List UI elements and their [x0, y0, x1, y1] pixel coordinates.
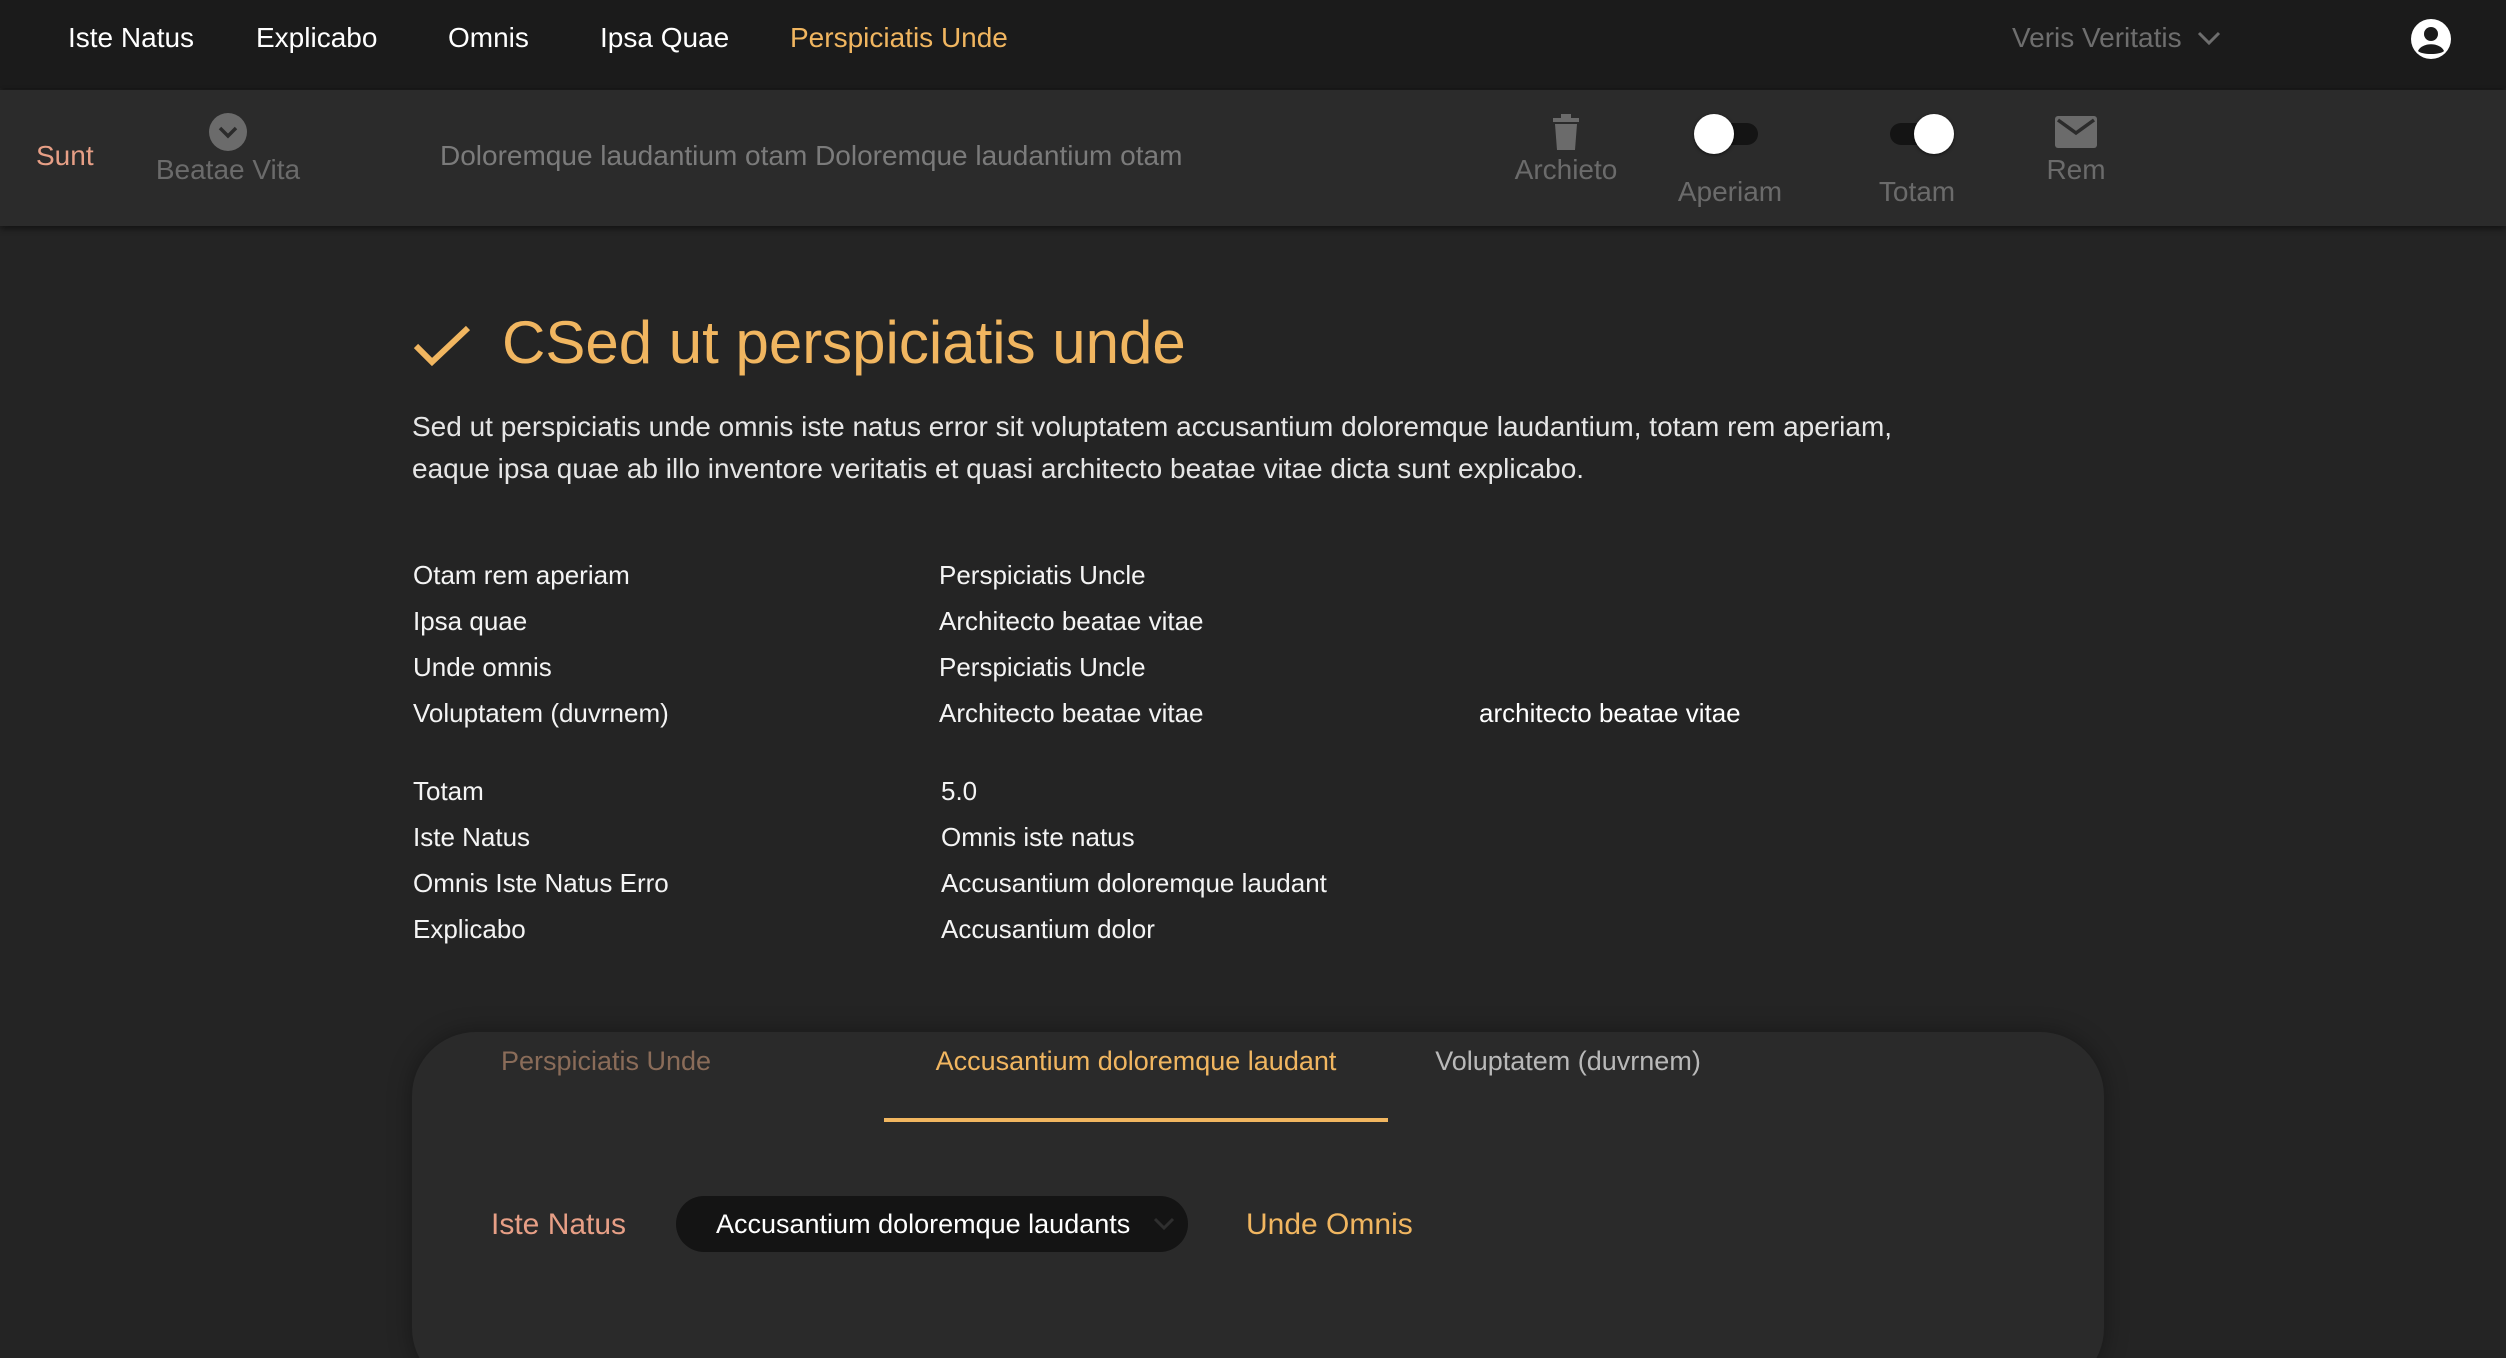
page-title: CSed ut perspiciatis unde	[502, 309, 1186, 376]
check-icon	[413, 325, 471, 367]
detail-key: Omnis Iste Natus Erro	[413, 868, 669, 898]
tabs-card: Perspiciatis Unde Accusantium doloremque…	[412, 1032, 2104, 1358]
totam-switch[interactable]	[1882, 114, 1954, 154]
mail-label: Rem	[2046, 154, 2106, 185]
breadcrumb: Doloremque laudantium otam Doloremque la…	[440, 140, 1183, 171]
detail-key: Unde omnis	[413, 652, 552, 682]
aperiam-label: Aperiam	[1677, 176, 1783, 207]
archive-button[interactable]: Archieto	[1506, 112, 1626, 186]
detail-key: Explicabo	[413, 914, 526, 944]
top-nav: Iste Natus Explicabo Omnis Ipsa Quae Per…	[0, 0, 2506, 88]
archive-label: Archieto	[1514, 154, 1618, 185]
user-menu[interactable]: Veris Veritatis	[2012, 22, 2221, 54]
accusantium-select[interactable]: Accusantium doloremque laudants	[676, 1196, 1188, 1252]
detail-key: Voluptatem (duvrnem)	[413, 698, 669, 728]
detail-extra: architecto beatae vitae	[1479, 698, 1741, 728]
trash-icon	[1553, 114, 1579, 150]
nav-link-ipsa-quae[interactable]: Ipsa Quae	[600, 22, 729, 54]
nav-link-perspiciatis-unde[interactable]: Perspiciatis Unde	[790, 22, 1008, 54]
detail-value: 5.0	[941, 776, 978, 806]
unde-omnis-link[interactable]: Unde Omnis	[1246, 1208, 1413, 1242]
page-description: Sed ut perspiciatis unde omnis iste natu…	[412, 411, 1893, 484]
tab-voluptatem[interactable]: Voluptatem (duvrnem)	[1432, 1046, 1704, 1122]
detail-key: Totam	[413, 776, 484, 806]
detail-value: Perspiciatis Uncle	[939, 560, 1146, 590]
detail-value: Architecto beatae vitae	[939, 698, 1204, 728]
detail-key: Otam rem aperiam	[413, 560, 630, 590]
beatae-vita-dropdown[interactable]: Beatae Vita	[150, 112, 306, 186]
mail-icon	[2055, 116, 2097, 148]
field-label: Iste Natus	[491, 1208, 627, 1241]
detail-key: Ipsa quae	[413, 606, 528, 636]
chevron-down-icon	[2197, 31, 2221, 46]
totam-label: Totam	[1878, 176, 1956, 207]
chevron-circle-icon	[209, 113, 247, 151]
tab-perspiciatis-unde[interactable]: Perspiciatis Unde	[496, 1046, 716, 1122]
sunt-button[interactable]: Sunt	[36, 140, 94, 172]
detail-key: Iste Natus	[413, 822, 531, 852]
nav-link-omnis[interactable]: Omnis	[448, 22, 529, 54]
select-value: Accusantium doloremque laudants	[716, 1209, 1131, 1239]
detail-value: Perspiciatis Uncle	[939, 652, 1146, 682]
detail-value: Omnis iste natus	[941, 822, 1135, 852]
toolbar: Sunt Beatae Vita Doloremque laudantium o…	[0, 90, 2506, 226]
aperiam-switch[interactable]	[1694, 114, 1766, 154]
beatae-vita-label: Beatae Vita	[155, 154, 301, 185]
chevron-down-icon	[1153, 1217, 1175, 1231]
nav-link-explicabo[interactable]: Explicabo	[256, 22, 377, 54]
account-circle-icon[interactable]	[2410, 18, 2452, 60]
detail-value: Accusantium doloremque laudant	[941, 868, 1327, 898]
mail-button[interactable]: Rem	[2034, 112, 2118, 186]
nav-link-iste-natus[interactable]: Iste Natus	[68, 22, 194, 54]
detail-value: Architecto beatae vitae	[939, 606, 1204, 636]
user-menu-label: Veris Veritatis	[2012, 22, 2182, 53]
detail-value: Accusantium dolor	[941, 914, 1155, 944]
tab-accusantium[interactable]: Accusantium doloremque laudant	[884, 1046, 1388, 1122]
